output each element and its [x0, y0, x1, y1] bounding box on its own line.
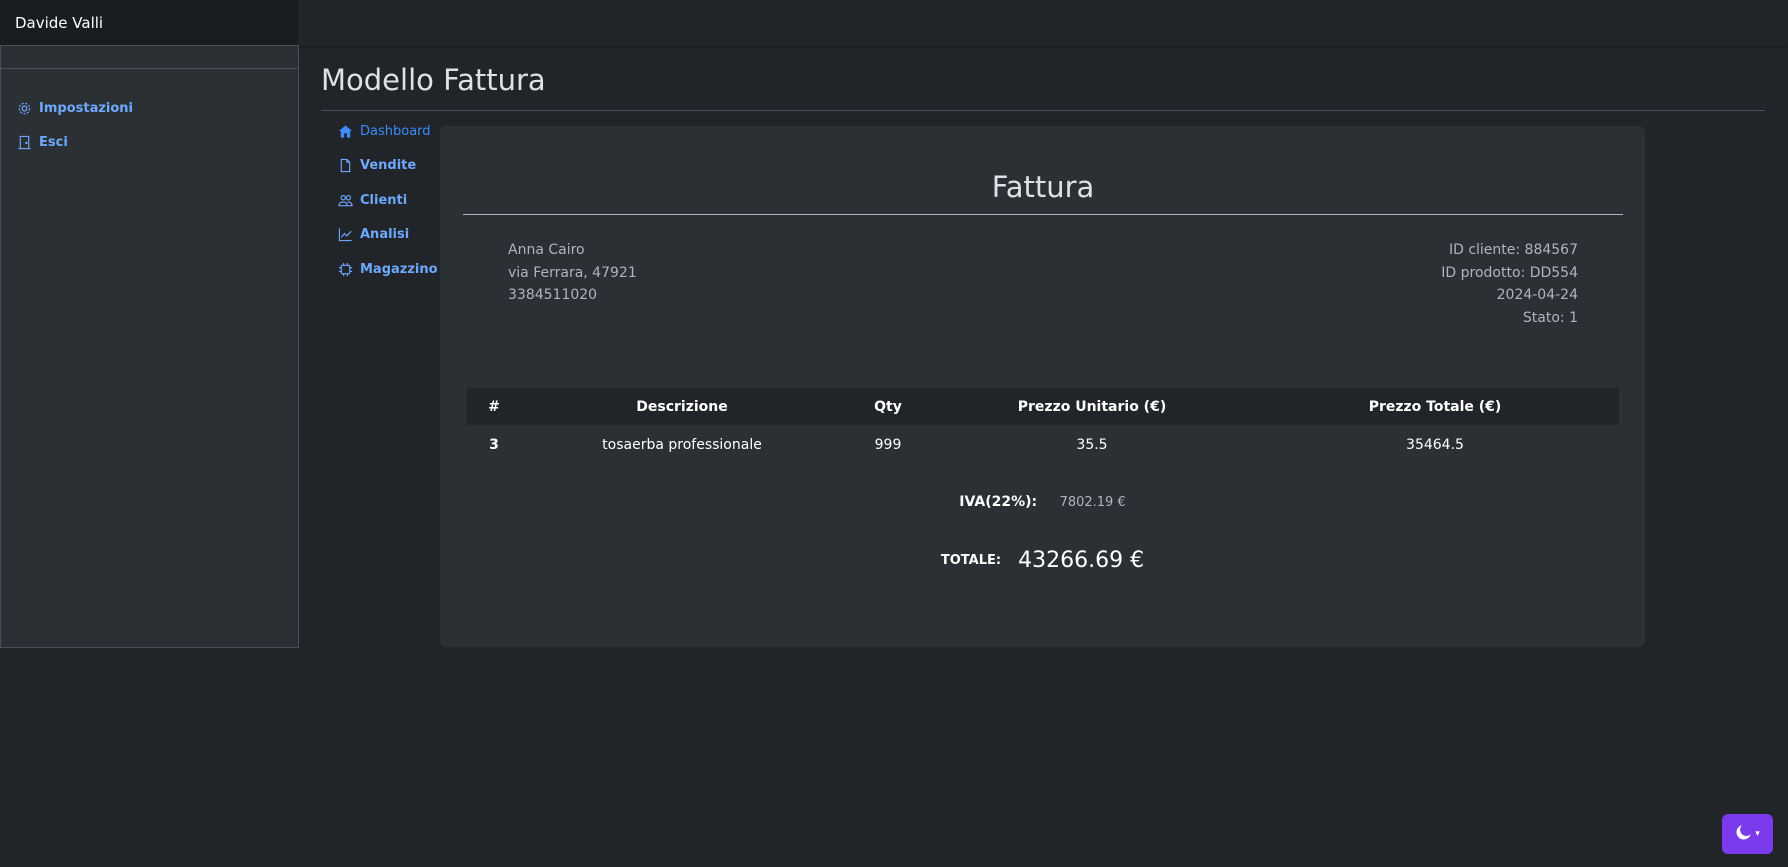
invoice-meta: ID cliente: 884567 ID prodotto: DD554 20…: [1441, 239, 1578, 329]
client-address: via Ferrara, 47921: [508, 264, 637, 281]
client-name: Anna Cairo: [508, 242, 585, 258]
theme-toggle-button[interactable]: ▾: [1722, 814, 1773, 854]
sidebar-bottom-nav: Impostazioni Esci: [1, 69, 298, 160]
people-icon: [337, 192, 353, 208]
iva-label: IVA(22%):: [959, 494, 1038, 510]
item-description: tosaerba professionale: [602, 436, 762, 453]
client-phone: 3384511020: [508, 287, 598, 304]
sidebar-item-label: Analisi: [360, 227, 410, 243]
cpu-icon: [337, 261, 353, 277]
total-value: 43266.69 €: [1018, 548, 1145, 573]
moon-icon: [1735, 824, 1752, 845]
invoice-items-table: # Descrizione Qty Prezzo Unitario (€) Pr…: [467, 388, 1619, 464]
client-id: ID cliente: 884567: [1448, 242, 1578, 258]
item-number: 3: [489, 436, 499, 453]
sidebar-item-label: Dashboard: [360, 123, 431, 139]
title-divider: [321, 110, 1765, 111]
chart-line-icon: [337, 227, 353, 243]
invoice-status: Stato: 1: [1522, 309, 1578, 326]
column-header: Descrizione: [521, 388, 843, 425]
table-row: 3 tosaerba professionale 999 35.5 35464.…: [467, 425, 1619, 464]
product-id: ID prodotto: DD554: [1441, 264, 1578, 281]
sidebar: Dashboard Vendite Clienti Analisi Magazz…: [0, 45, 438, 648]
column-header: #: [467, 388, 521, 425]
sidebar-item-label: Vendite: [360, 158, 417, 174]
invoice-date: 2024-04-24: [1496, 287, 1578, 304]
iva-value: 7802.19 €: [1059, 495, 1126, 510]
table-header-row: # Descrizione Qty Prezzo Unitario (€) Pr…: [467, 388, 1619, 425]
iva-row: IVA(22%): 7802.19 €: [440, 494, 1645, 510]
gear-icon: [16, 100, 32, 116]
door-icon: [16, 135, 32, 151]
main-content: Modello Fattura: [321, 46, 1765, 111]
client-info: Anna Cairo via Ferrara, 47921 3384511020: [508, 239, 637, 307]
page-title: Modello Fattura: [321, 63, 546, 97]
total-label: TOTALE:: [940, 553, 1002, 568]
invoice-card: Fattura Anna Cairo via Ferrara, 47921 33…: [440, 126, 1645, 647]
house-icon: [337, 123, 353, 139]
sidebar-item-esci[interactable]: Esci: [1, 126, 298, 161]
sidebar-item-label: Impostazioni: [39, 100, 134, 116]
sidebar-item-impostazioni[interactable]: Impostazioni: [1, 91, 298, 126]
item-qty: 999: [874, 436, 902, 453]
column-header: Qty: [843, 388, 933, 425]
file-icon: [337, 158, 353, 174]
invoice-divider: [463, 214, 1623, 215]
column-header: Prezzo Unitario (€): [933, 388, 1251, 425]
chevron-down-icon: ▾: [1755, 829, 1760, 839]
item-unit-price: 35.5: [1076, 436, 1108, 453]
sidebar-item-label: Clienti: [360, 192, 408, 208]
invoice-heading: Fattura: [991, 170, 1095, 204]
brand-name[interactable]: Davide Valli: [0, 0, 298, 46]
sidebar-item-label: Esci: [39, 135, 68, 151]
sidebar-item-label: Magazzino: [360, 261, 438, 277]
column-header: Prezzo Totale (€): [1251, 388, 1619, 425]
item-total-price: 35464.5: [1406, 436, 1464, 453]
total-row: TOTALE: 43266.69 €: [440, 548, 1645, 573]
top-navbar: Davide Valli: [0, 0, 1788, 46]
